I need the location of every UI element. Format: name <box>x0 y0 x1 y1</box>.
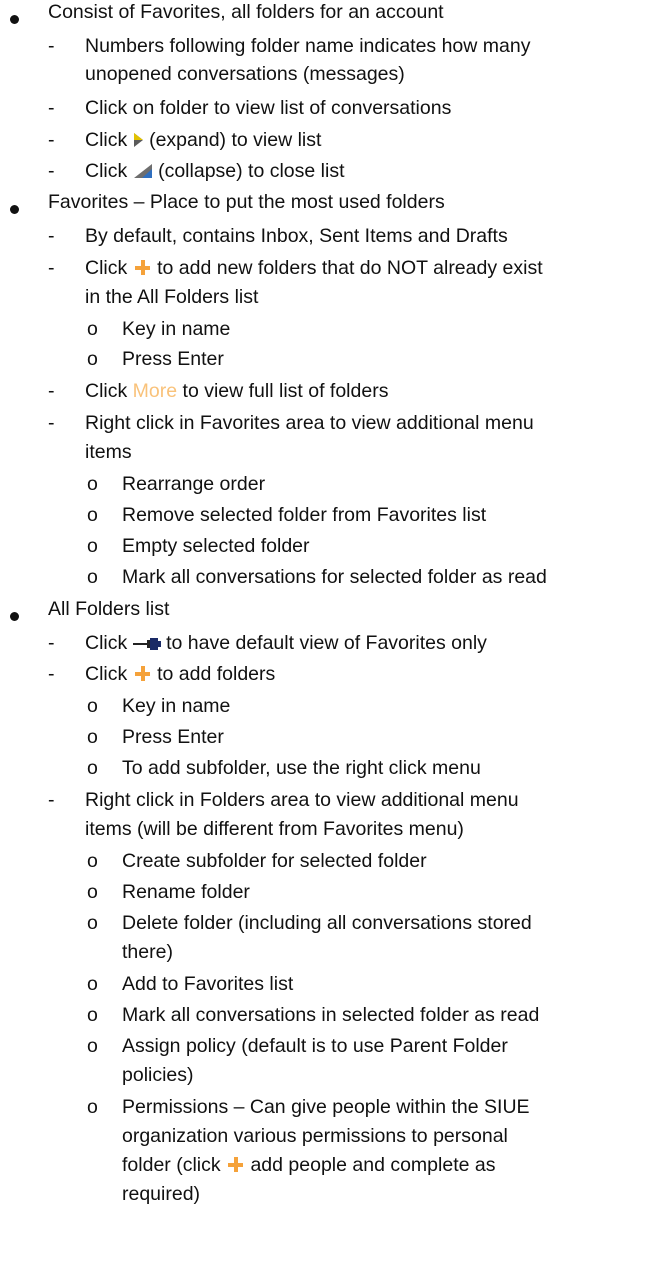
sub-list-item: Key in name <box>122 695 231 717</box>
circle-marker: o <box>87 1035 98 1057</box>
section-heading: All Folders list <box>48 598 170 620</box>
sub-list-item: Mark all conversations in selected folde… <box>122 1004 540 1026</box>
circle-marker: o <box>87 473 98 495</box>
list-item-continuation: items <box>85 441 132 463</box>
dash-marker: - <box>48 632 55 654</box>
item-text: (expand) to view list <box>149 129 322 151</box>
circle-marker: o <box>87 973 98 995</box>
list-item: Click on folder to view list of conversa… <box>85 97 452 119</box>
list-item-continuation: items (will be different from Favorites … <box>85 818 464 840</box>
list-item: Right click in Folders area to view addi… <box>85 789 519 811</box>
sub-list-item: Delete folder (including all conversatio… <box>122 912 532 934</box>
dash-marker: - <box>48 789 55 811</box>
item-text: to view full list of folders <box>182 380 389 402</box>
item-text: to add folders <box>157 663 276 685</box>
list-item: By default, contains Inbox, Sent Items a… <box>85 225 508 247</box>
plus-icon <box>228 1157 244 1172</box>
list-item-continuation: in the All Folders list <box>85 286 259 308</box>
circle-marker: o <box>87 757 98 779</box>
circle-marker: o <box>87 912 98 934</box>
item-text: (collapse) to close list <box>158 160 345 182</box>
circle-marker: o <box>87 348 98 370</box>
dash-marker: - <box>48 225 55 247</box>
list-item: Click to add folders <box>85 663 276 685</box>
dash-marker: - <box>48 380 55 402</box>
item-text: Click <box>85 160 128 182</box>
sub-list-item: Rearrange order <box>122 473 266 495</box>
list-item-continuation: unopened conversations (messages) <box>85 63 405 85</box>
sub-list-item-continuation: policies) <box>122 1064 194 1086</box>
more-link: More <box>132 380 178 402</box>
list-item: Right click in Favorites area to view ad… <box>85 412 534 434</box>
sub-list-item: Remove selected folder from Favorites li… <box>122 504 487 526</box>
circle-marker: o <box>87 726 98 748</box>
item-text: Click <box>85 257 128 279</box>
dash-marker: - <box>48 663 55 685</box>
list-item: Click (collapse) to close list <box>85 160 345 184</box>
list-item: Click More to view full list of folders <box>85 380 389 402</box>
sub-list-item: Rename folder <box>122 881 250 903</box>
circle-marker: o <box>87 881 98 903</box>
section-heading: Favorites – Place to put the most used f… <box>48 191 445 213</box>
sub-list-item-continuation: organization various permissions to pers… <box>122 1125 508 1147</box>
sub-list-item-continuation: required) <box>122 1183 201 1205</box>
dash-marker: - <box>48 412 55 434</box>
dash-marker: - <box>48 97 55 119</box>
item-text: Click <box>85 663 128 685</box>
dash-marker: - <box>48 129 55 151</box>
collapse-arrow-icon <box>133 163 153 184</box>
sub-list-item: Press Enter <box>122 726 224 748</box>
sub-list-item: Key in name <box>122 318 231 340</box>
pin-icon <box>132 636 161 656</box>
plus-icon <box>134 260 150 275</box>
circle-marker: o <box>87 1004 98 1026</box>
sub-list-item: Assign policy (default is to use Parent … <box>122 1035 508 1057</box>
list-item: Click to add new folders that do NOT alr… <box>85 257 543 279</box>
item-text: folder (click <box>122 1154 221 1176</box>
list-item: Click (expand) to view list <box>85 129 322 153</box>
dash-marker: - <box>48 35 55 57</box>
circle-marker: o <box>87 504 98 526</box>
sub-list-item: Permissions – Can give people within the… <box>122 1096 530 1118</box>
sub-list-item: Mark all conversations for selected fold… <box>122 566 547 588</box>
expand-arrow-icon <box>133 132 144 153</box>
sub-list-item: Empty selected folder <box>122 535 310 557</box>
circle-marker: o <box>87 695 98 717</box>
item-text: Click <box>85 380 128 402</box>
section-heading: Consist of Favorites, all folders for an… <box>48 1 444 23</box>
item-text: Click <box>85 632 128 654</box>
item-text: add people and complete as <box>250 1154 496 1176</box>
sub-list-item: Press Enter <box>122 348 224 370</box>
sub-list-item: To add subfolder, use the right click me… <box>122 757 481 779</box>
dash-marker: - <box>48 257 55 279</box>
item-text: to have default view of Favorites only <box>166 632 487 654</box>
dash-marker: - <box>48 160 55 182</box>
circle-marker: o <box>87 850 98 872</box>
list-item: Numbers following folder name indicates … <box>85 35 531 57</box>
circle-marker: o <box>87 1096 98 1118</box>
sub-list-item-continuation: folder (click add people and complete as <box>122 1154 496 1176</box>
item-text: to add new folders that do NOT already e… <box>157 257 543 279</box>
list-item: Click to have default view of Favorites … <box>85 632 487 656</box>
sub-list-item: Create subfolder for selected folder <box>122 850 427 872</box>
sub-list-item: Add to Favorites list <box>122 973 294 995</box>
sub-list-item-continuation: there) <box>122 941 173 963</box>
item-text: Click <box>85 129 128 151</box>
circle-marker: o <box>87 318 98 340</box>
circle-marker: o <box>87 566 98 588</box>
circle-marker: o <box>87 535 98 557</box>
plus-icon <box>134 666 150 681</box>
